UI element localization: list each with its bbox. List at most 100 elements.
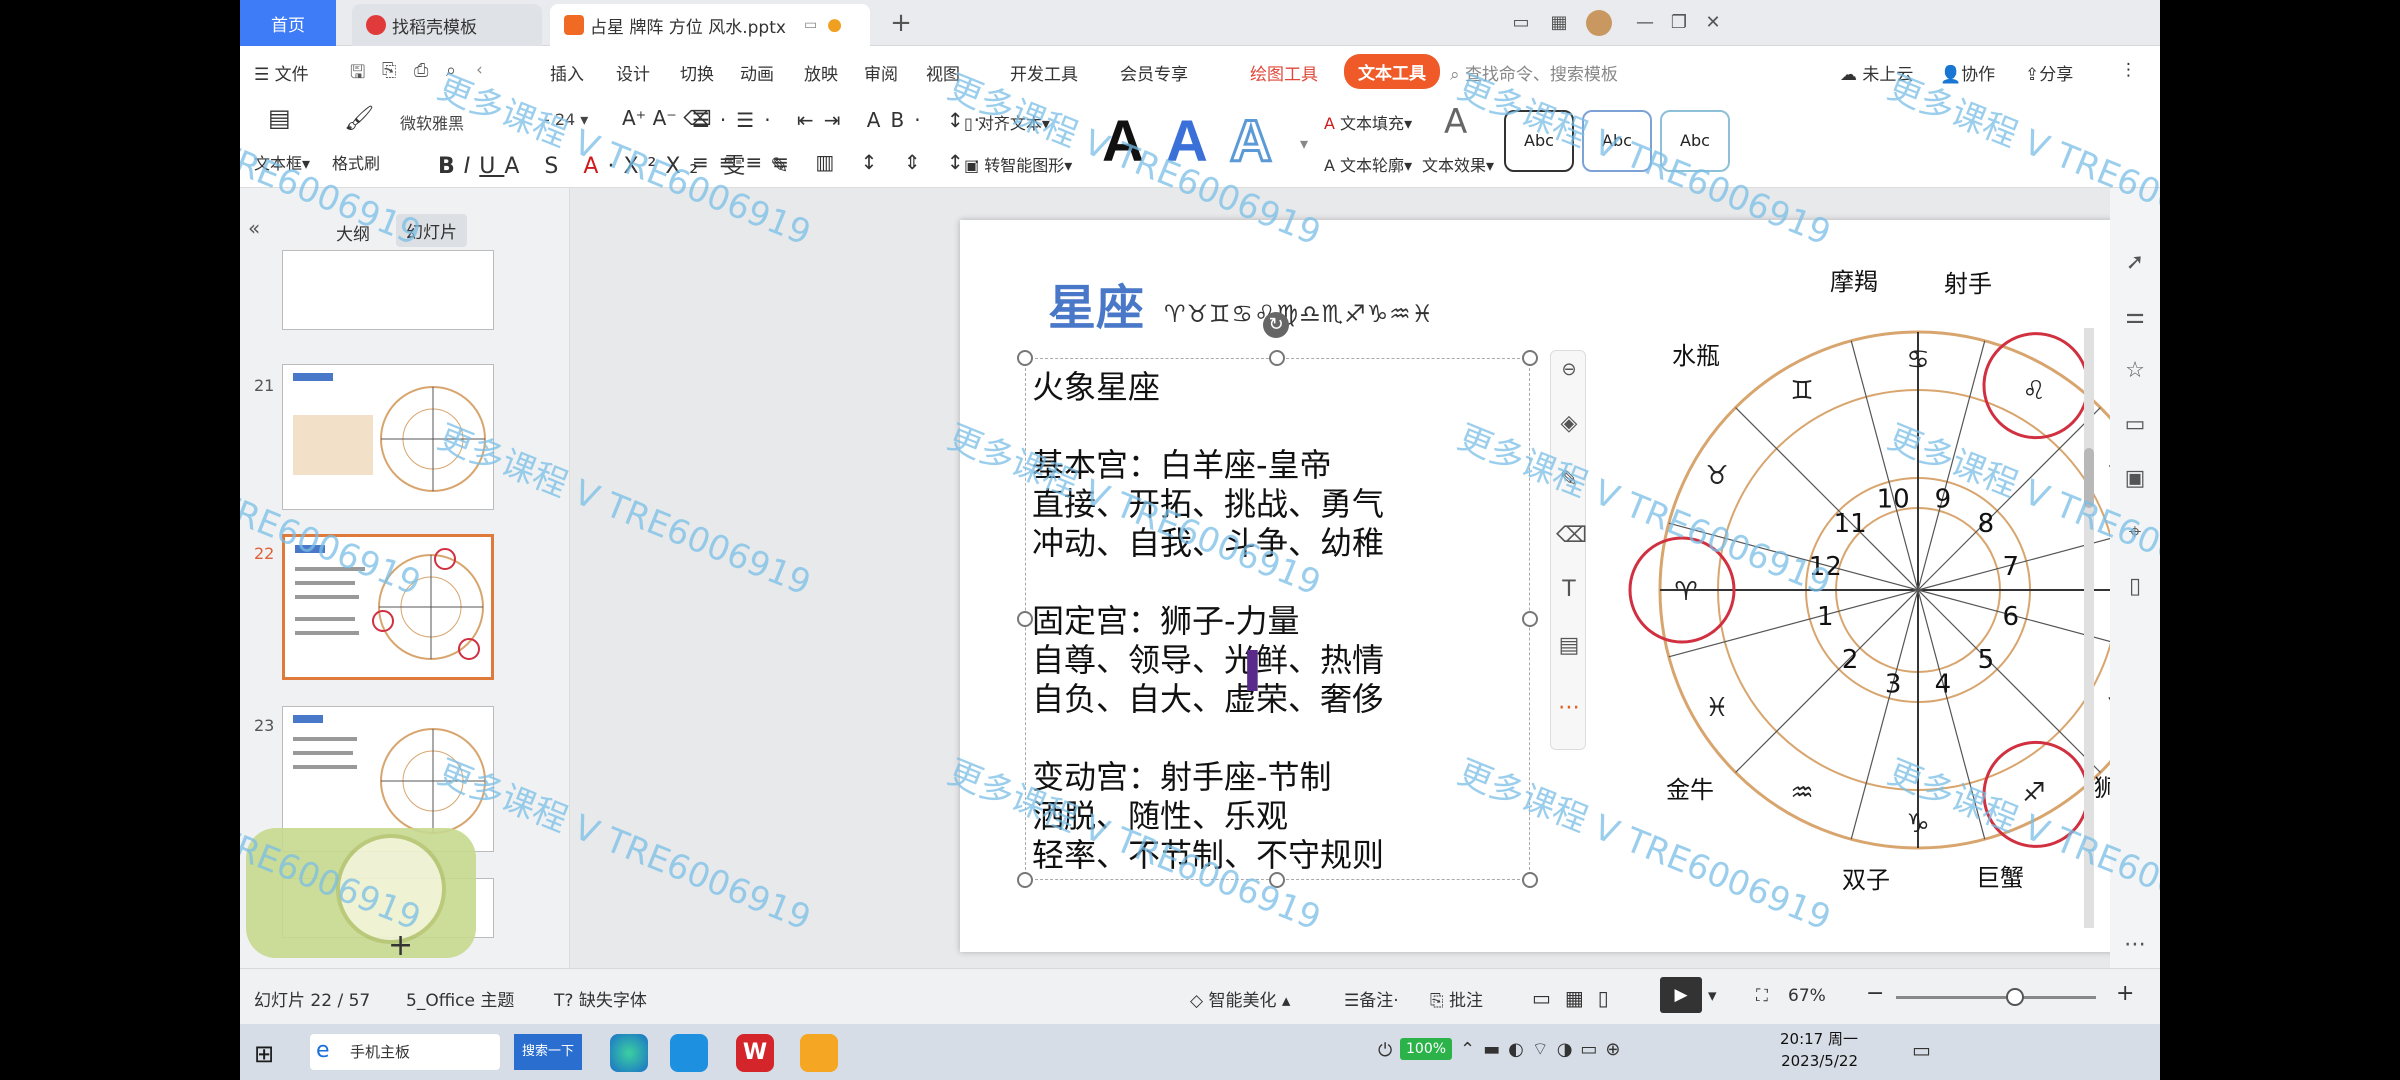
- text-style-blue[interactable]: A: [1166, 108, 1208, 175]
- print-icon[interactable]: ⎙: [414, 60, 428, 81]
- zoom-slider-thumb[interactable]: [2006, 988, 2024, 1006]
- minus-icon[interactable]: ⊖: [1556, 359, 1582, 385]
- close-icon[interactable]: ✕: [1700, 10, 1726, 36]
- add-slide-button[interactable]: +: [388, 928, 413, 963]
- wps-icon[interactable]: W: [736, 1034, 774, 1072]
- scrollbar-track[interactable]: [2084, 328, 2094, 928]
- rocket-icon[interactable]: ➚: [2122, 250, 2148, 276]
- menu-item[interactable]: 动画: [740, 60, 774, 85]
- layout-icon[interactable]: ▭: [1508, 10, 1534, 36]
- smartart-button[interactable]: ▣ 转智能图形▾: [964, 152, 1072, 176]
- resize-handle[interactable]: [1269, 350, 1285, 366]
- tab-slides[interactable]: 幻灯片: [396, 214, 467, 247]
- shape-style-2[interactable]: Abc: [1582, 110, 1652, 172]
- resize-handle[interactable]: [1017, 350, 1033, 366]
- command-search[interactable]: ⌕ 查找命令、搜索模板: [1450, 60, 1618, 85]
- slide-title[interactable]: 星座: [1048, 268, 1144, 338]
- view-mode-buttons[interactable]: ▭▦▯: [1532, 986, 1623, 1010]
- resize-handle[interactable]: [1522, 350, 1538, 366]
- browser-icon[interactable]: [670, 1034, 708, 1072]
- menu-item[interactable]: 放映: [804, 60, 838, 85]
- menu-item[interactable]: 会员专享: [1120, 60, 1188, 85]
- sliders-icon[interactable]: ⚌: [2122, 304, 2148, 330]
- tab-document[interactable]: 占星 牌阵 方位 风水.pptx ▭ ●: [550, 4, 870, 46]
- zoom-out-icon[interactable]: −: [1866, 981, 1884, 1006]
- zoom-in-icon[interactable]: +: [2116, 981, 2134, 1006]
- minimize-icon[interactable]: —: [1632, 10, 1658, 36]
- collab-button[interactable]: 👤协作: [1940, 60, 1995, 85]
- tray-icons[interactable]: ⌃▬◐⌔◑▭⊕: [1460, 1038, 1629, 1061]
- rotate-handle-icon[interactable]: ↻: [1263, 312, 1289, 338]
- slide-thumbnail-21[interactable]: [282, 364, 494, 510]
- edge-icon[interactable]: [610, 1034, 648, 1072]
- share-button[interactable]: ⇪分享: [2025, 60, 2073, 85]
- save-icon[interactable]: 🖫: [350, 60, 365, 90]
- new-tab-button[interactable]: +: [888, 10, 914, 36]
- menu-item[interactable]: 开发工具: [1010, 60, 1078, 85]
- book-icon[interactable]: ▯: [2122, 574, 2148, 600]
- menu-item[interactable]: 切换: [680, 60, 714, 85]
- tab-home[interactable]: 首页: [240, 0, 336, 46]
- more-icon[interactable]: ⋮: [2120, 60, 2137, 80]
- menu-item[interactable]: 设计: [616, 60, 650, 85]
- text-align-icon[interactable]: ▤: [1556, 633, 1582, 659]
- more-tools-icon[interactable]: ⋯: [2122, 932, 2148, 958]
- slide-thumbnail-22-selected[interactable]: [282, 534, 494, 680]
- more-dots-icon[interactable]: ⋯: [1556, 695, 1582, 721]
- pen-icon[interactable]: ✎: [1556, 467, 1582, 493]
- tab-monitor-icon[interactable]: ▭: [804, 17, 817, 33]
- text-style-more[interactable]: ▾: [1300, 134, 1308, 153]
- notes-button[interactable]: ☰备注·: [1344, 986, 1399, 1011]
- restore-icon[interactable]: ❐: [1666, 10, 1692, 36]
- star-icon[interactable]: ☆: [2122, 358, 2148, 384]
- notification-icon[interactable]: ▭: [1912, 1038, 1931, 1062]
- eraser-icon[interactable]: ⌫: [1556, 523, 1587, 549]
- windows-start-icon[interactable]: ⊞: [254, 1040, 274, 1068]
- slide-canvas[interactable]: 星座 ♈♉♊♋♌♍♎♏♐♑♒♓ ↻ 火象星座 基本宫：白羊座-皇帝 直接、开拓、…: [960, 220, 2160, 952]
- comments-button[interactable]: ⎘ 批注: [1430, 986, 1483, 1011]
- menu-item[interactable]: 视图: [926, 60, 960, 85]
- shape-style-1[interactable]: Abc: [1504, 110, 1574, 172]
- text-effect-icon[interactable]: A: [1444, 102, 1467, 142]
- missing-font-button[interactable]: T? 缺失字体: [554, 986, 647, 1011]
- format-painter-icon[interactable]: 🖌: [344, 104, 374, 132]
- avatar[interactable]: [1586, 10, 1612, 36]
- text-outline-button[interactable]: A 文本轮廓▾: [1324, 152, 1412, 176]
- text-style-black[interactable]: A: [1102, 108, 1144, 175]
- layers-icon[interactable]: ◈: [1556, 411, 1582, 437]
- text-format-icon[interactable]: T: [1556, 577, 1582, 603]
- font-name-select[interactable]: 微软雅黑: [400, 110, 540, 134]
- font-size-select[interactable]: - 24 ▾: [544, 110, 588, 129]
- text-body[interactable]: 火象星座 基本宫：白羊座-皇帝 直接、开拓、挑战、勇气 冲动、自我、斗争、幼稚 …: [1032, 368, 1384, 875]
- list-buttons[interactable]: ☰·☰· ⇤⇥ AB· ↕·: [692, 108, 990, 132]
- text-effect-button[interactable]: 文本效果▾: [1422, 152, 1494, 176]
- zoom-value[interactable]: 67%: [1788, 986, 1826, 1006]
- textbox-button[interactable]: 文本框▾: [254, 150, 310, 174]
- grid-icon[interactable]: ▦: [1546, 10, 1572, 36]
- cloud-button[interactable]: ☁ 未上云: [1840, 60, 1913, 85]
- zoom-slider[interactable]: [1896, 988, 2096, 1006]
- resize-handle[interactable]: [1522, 611, 1538, 627]
- chevron-left-icon[interactable]: ‹: [476, 60, 483, 80]
- clock[interactable]: 20:17 周一 2023/5/22: [1762, 1028, 1858, 1072]
- beautify-button[interactable]: ◇ 智能美化 ▴: [1190, 986, 1290, 1011]
- shape-style-3[interactable]: Abc: [1660, 110, 1730, 172]
- export-icon[interactable]: ⎘: [382, 60, 396, 81]
- folder-app-icon[interactable]: [800, 1034, 838, 1072]
- tab-template[interactable]: 找稻壳模板: [352, 4, 542, 46]
- tab-outline[interactable]: 大纲: [336, 220, 370, 245]
- screen-icon[interactable]: ▭: [2122, 412, 2148, 438]
- align-text-button[interactable]: ▯ 对齐文本▾: [964, 110, 1050, 134]
- text-fill-button[interactable]: A 文本填充▾: [1324, 110, 1412, 134]
- play-options-icon[interactable]: ▾: [1708, 986, 1717, 1006]
- fit-icon[interactable]: ⛶: [1756, 986, 1768, 1006]
- preview-icon[interactable]: ⌕: [446, 60, 456, 81]
- resize-handle[interactable]: [1017, 611, 1033, 627]
- collapse-panel-icon[interactable]: «: [248, 216, 260, 240]
- draw-tools-tab[interactable]: 绘图工具: [1250, 60, 1318, 85]
- scrollbar-thumb[interactable]: [2084, 448, 2094, 508]
- location-icon[interactable]: ⌖: [2122, 520, 2148, 546]
- format-painter-button[interactable]: 格式刷: [332, 150, 380, 174]
- play-button[interactable]: ▶: [1660, 977, 1702, 1013]
- text-tools-tab[interactable]: 文本工具: [1344, 54, 1440, 89]
